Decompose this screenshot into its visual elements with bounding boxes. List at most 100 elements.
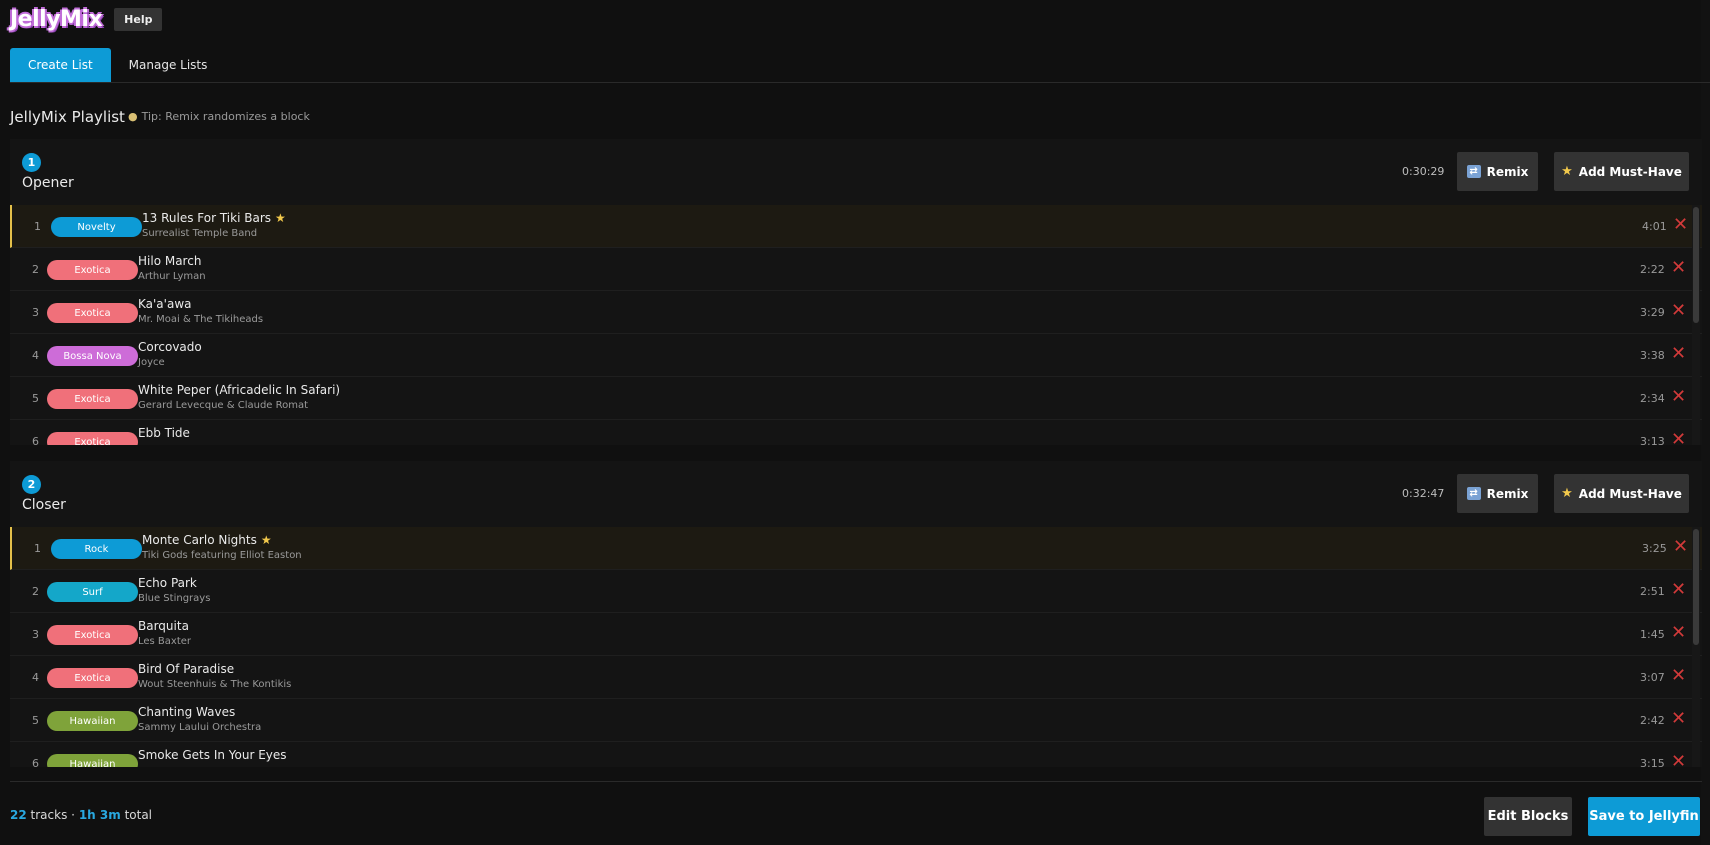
remove-track-icon[interactable]: ✕ — [1671, 258, 1686, 278]
track-list[interactable]: 1 Novelty 13 Rules For Tiki Bars ★ Surrealis… — [10, 205, 1702, 445]
genre-badge: Exotica — [47, 389, 138, 409]
track-title: Bird Of Paradise — [138, 662, 234, 676]
track-title: Smoke Gets In Your Eyes — [138, 748, 287, 762]
shuffle-icon: ⇄ — [1466, 487, 1481, 500]
block-opener: 1 Opener 0:30:29 ⇄ Remix ★ Add Must-Have… — [10, 139, 1702, 445]
track-index: 6 — [32, 757, 39, 767]
track-title: Monte Carlo Nights ★ — [142, 533, 272, 547]
track-title-text: Hilo March — [138, 254, 202, 268]
track-artist: Tiki Gods featuring Elliot Easton — [142, 550, 302, 561]
remove-track-icon[interactable]: ✕ — [1671, 709, 1686, 729]
track-row[interactable]: 4 Bossa Nova Corcovado Joyce 3:38 ✕ — [10, 334, 1702, 377]
track-artist: Surrealist Temple Band — [142, 228, 258, 239]
track-duration: 3:15 — [1640, 757, 1665, 767]
track-row[interactable]: 3 Exotica Ka'a'awa Mr. Moai & The Tikiheads… — [10, 291, 1702, 334]
track-duration: 2:22 — [1640, 263, 1665, 276]
track-row[interactable]: 5 Hawaiian Chanting Waves Sammy Laului Orch… — [10, 699, 1702, 742]
genre-badge: Exotica — [47, 303, 138, 323]
track-title: 13 Rules For Tiki Bars ★ — [142, 211, 286, 225]
block-closer: 2 Closer 0:32:47 ⇄ Remix ★ Add Must-Have… — [10, 461, 1702, 767]
track-list[interactable]: 1 Rock Monte Carlo Nights ★ Tiki Gods featur… — [10, 527, 1702, 767]
track-row[interactable]: 5 Exotica White Peper (Africadelic In Safa… — [10, 377, 1702, 420]
track-index: 3 — [32, 628, 39, 641]
remove-track-icon[interactable]: ✕ — [1671, 430, 1686, 446]
track-artist: Wout Steenhuis & The Kontikis — [138, 679, 292, 690]
save-to-jellyfin-button[interactable]: Save to Jellyfin — [1588, 797, 1700, 836]
remove-track-icon[interactable]: ✕ — [1671, 387, 1686, 407]
block-name: Opener — [22, 175, 74, 191]
track-duration: 3:25 — [1642, 542, 1667, 555]
track-title-text: Bird Of Paradise — [138, 662, 235, 676]
remove-track-icon[interactable]: ✕ — [1671, 344, 1686, 364]
must-have-star-icon: ★ — [275, 211, 286, 225]
track-title-text: White Peper (Africadelic In Safari) — [138, 383, 341, 397]
genre-badge: Novelty — [51, 217, 142, 237]
page-scrollbar[interactable] — [1701, 0, 1710, 845]
track-title-text: Barquita — [138, 619, 189, 633]
add-must-have-button[interactable]: ★ Add Must-Have — [1554, 474, 1689, 513]
tab-create-list[interactable]: Create List — [10, 48, 111, 82]
track-index: 2 — [32, 585, 39, 598]
remove-track-icon[interactable]: ✕ — [1671, 580, 1686, 600]
track-title: Barquita — [138, 619, 189, 633]
separator: · — [71, 808, 75, 822]
remove-track-icon[interactable]: ✕ — [1671, 752, 1686, 768]
tip-text: ● Tip: Remix randomizes a block — [128, 110, 310, 123]
shuffle-icon: ⇄ — [1466, 165, 1481, 178]
track-title: Echo Park — [138, 576, 197, 590]
tab-manage-lists[interactable]: Manage Lists — [111, 48, 226, 82]
track-row[interactable]: 3 Exotica Barquita Les Baxter 1:45 ✕ — [10, 613, 1702, 656]
track-row[interactable]: 1 Novelty 13 Rules For Tiki Bars ★ Surrealis… — [10, 205, 1702, 248]
genre-badge: Bossa Nova — [47, 346, 138, 366]
track-title-text: Ebb Tide — [138, 426, 190, 440]
track-title: Ebb Tide — [138, 426, 190, 440]
genre-badge: Hawaiian — [47, 711, 138, 731]
genre-badge: Exotica — [47, 668, 138, 688]
remove-track-icon[interactable]: ✕ — [1671, 666, 1686, 686]
block-duration: 0:30:29 — [1402, 165, 1445, 178]
track-title-text: Echo Park — [138, 576, 197, 590]
footer-divider — [10, 781, 1702, 782]
remove-track-icon[interactable]: ✕ — [1673, 215, 1688, 235]
track-index: 5 — [32, 392, 39, 405]
genre-badge: Rock — [51, 539, 142, 559]
track-duration: 1:45 — [1640, 628, 1665, 641]
track-index: 1 — [34, 220, 41, 233]
remix-button[interactable]: ⇄ Remix — [1457, 152, 1538, 191]
help-button[interactable]: Help — [114, 7, 163, 31]
track-row[interactable]: 6 Hawaiian Smoke Gets In Your Eyes 3:15 ✕ — [10, 742, 1702, 767]
track-row[interactable]: 2 Surf Echo Park Blue Stingrays 2:51 ✕ — [10, 570, 1702, 613]
track-artist: Mr. Moai & The Tikiheads — [138, 314, 264, 325]
track-artist: Blue Stingrays — [138, 593, 211, 604]
track-title: Chanting Waves — [138, 705, 235, 719]
remove-track-icon[interactable]: ✕ — [1673, 537, 1688, 557]
track-artist: Gerard Levecque & Claude Romat — [138, 400, 309, 411]
genre-badge: Exotica — [47, 625, 138, 645]
remix-button[interactable]: ⇄ Remix — [1457, 474, 1538, 513]
track-index: 5 — [32, 714, 39, 727]
track-row[interactable]: 2 Exotica Hilo March Arthur Lyman 2:22 ✕ — [10, 248, 1702, 291]
add-must-have-button[interactable]: ★ Add Must-Have — [1554, 152, 1689, 191]
block-scrollbar-thumb[interactable] — [1693, 529, 1699, 645]
remove-track-icon[interactable]: ✕ — [1671, 623, 1686, 643]
lightbulb-icon: ● — [128, 110, 138, 123]
track-row[interactable]: 1 Rock Monte Carlo Nights ★ Tiki Gods featur… — [10, 527, 1702, 570]
track-row[interactable]: 4 Exotica Bird Of Paradise Wout Steenhuis &… — [10, 656, 1702, 699]
track-index: 6 — [32, 435, 39, 445]
genre-badge: Hawaiian — [47, 754, 138, 767]
track-artist: Les Baxter — [138, 636, 192, 647]
edit-blocks-button[interactable]: Edit Blocks — [1484, 797, 1572, 836]
track-title-text: Monte Carlo Nights — [142, 533, 257, 547]
track-index: 2 — [32, 263, 39, 276]
block-scrollbar-thumb[interactable] — [1693, 207, 1699, 323]
block-header: 1 Opener 0:30:29 ⇄ Remix ★ Add Must-Have — [10, 139, 1702, 205]
track-index: 1 — [34, 542, 41, 555]
track-duration: 3:38 — [1640, 349, 1665, 362]
track-title: Ka'a'awa — [138, 297, 191, 311]
track-artist: Arthur Lyman — [138, 271, 206, 282]
track-index: 4 — [32, 349, 39, 362]
track-artist: Sammy Laului Orchestra — [138, 722, 262, 733]
track-title: Hilo March — [138, 254, 201, 268]
track-row[interactable]: 6 Exotica Ebb Tide 3:13 ✕ — [10, 420, 1702, 445]
remove-track-icon[interactable]: ✕ — [1671, 301, 1686, 321]
